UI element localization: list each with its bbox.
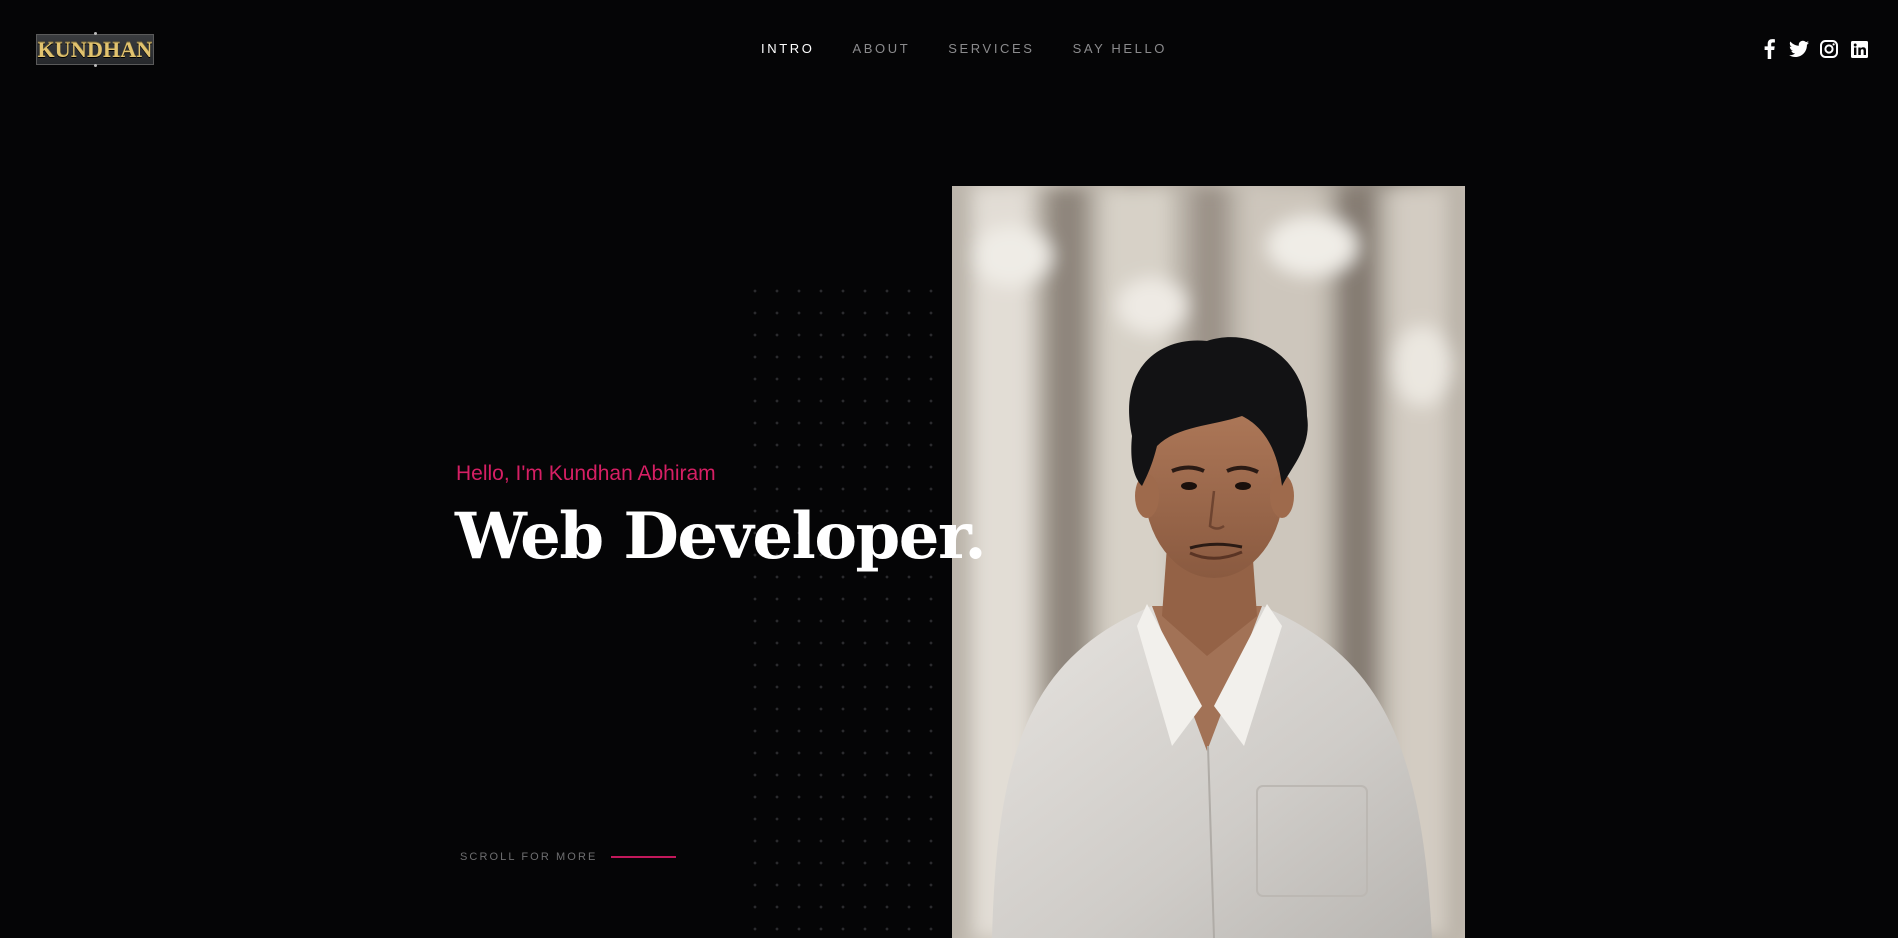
nav-say-hello[interactable]: SAY HELLO: [1073, 40, 1167, 58]
hero-greeting: Hello, I'm Kundhan Abhiram: [456, 462, 716, 485]
instagram-icon[interactable]: [1819, 39, 1839, 59]
nav-services[interactable]: SERVICES: [948, 40, 1034, 58]
scroll-label: SCROLL FOR MORE: [460, 851, 598, 863]
facebook-icon[interactable]: [1759, 39, 1779, 59]
site-logo[interactable]: KUNDHAN: [36, 32, 154, 67]
nav-intro[interactable]: INTRO: [761, 40, 814, 58]
logo-text: KUNDHAN: [37, 36, 153, 62]
main-nav: INTRO ABOUT SERVICES SAY HELLO: [761, 40, 1205, 58]
nav-about[interactable]: ABOUT: [852, 40, 910, 58]
profile-photo: [952, 186, 1465, 938]
scroll-indicator-line: [611, 856, 677, 858]
twitter-icon[interactable]: [1789, 39, 1809, 59]
linkedin-icon[interactable]: [1849, 39, 1869, 59]
social-links: [1759, 39, 1869, 59]
scroll-for-more-link[interactable]: SCROLL FOR MORE: [460, 851, 677, 863]
hero-headline: Web Developer.: [455, 499, 987, 574]
dot-grid-decoration: [744, 280, 944, 938]
